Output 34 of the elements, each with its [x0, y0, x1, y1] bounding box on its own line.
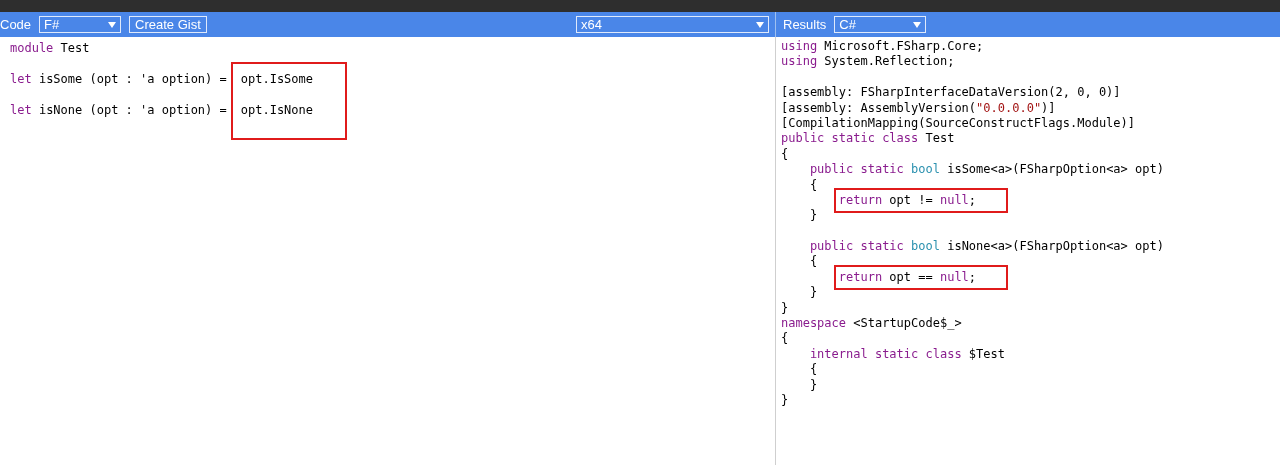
results-label: Results — [783, 17, 827, 32]
dropdown-caret-icon — [756, 21, 764, 28]
code-line: let isSome (opt : 'a option) = — [10, 71, 227, 88]
platform-select[interactable]: x64 — [576, 16, 769, 33]
code-line: { — [809, 362, 819, 378]
code-line: { — [809, 254, 819, 270]
code-line: public static class Test — [781, 131, 956, 147]
code-line: { — [809, 177, 819, 193]
dropdown-caret-icon — [913, 21, 922, 28]
code-line: [assembly: AssemblyVersion("0.0.0.0")] — [781, 100, 1057, 116]
code-line: using Microsoft.FSharp.Core; — [781, 39, 985, 55]
code-line: public static bool isNone<a>(FSharpOption<a> opt) — [809, 239, 1164, 255]
code-line: { — [781, 146, 790, 163]
code-label: Code — [0, 17, 32, 32]
code-line: namespace <StartupCode$_> — [781, 316, 963, 332]
dropdown-caret-icon — [108, 21, 117, 28]
code-line: using System.Reflection; — [781, 54, 956, 70]
code-line: opt.IsSome — [240, 71, 313, 88]
code-line: let isNone (opt : 'a option) = — [10, 102, 227, 118]
code-line: [assembly: FSharpInterfaceDataVersion(2, 0, 0)] — [781, 85, 1122, 101]
code-line: module Test — [10, 41, 91, 57]
create-gist-button[interactable]: Create Gist — [129, 16, 207, 33]
code-line: } — [809, 377, 819, 393]
code-line: public static bool isSome<a>(FSharpOption<a> opt) — [809, 162, 1164, 178]
results-language-select[interactable]: C# — [834, 16, 927, 33]
code-line: } — [781, 300, 790, 317]
language-select[interactable]: F# — [39, 16, 122, 33]
code-line: [CompilationMapping(SourceConstructFlags.Module)] — [781, 115, 1136, 132]
code-line: } — [809, 208, 819, 224]
code-line: { — [781, 331, 790, 347]
code-line: } — [781, 393, 790, 409]
code-line: internal static class $Test — [809, 346, 1006, 363]
code-line: } — [809, 285, 819, 301]
code-line: opt.IsNone — [240, 102, 313, 118]
